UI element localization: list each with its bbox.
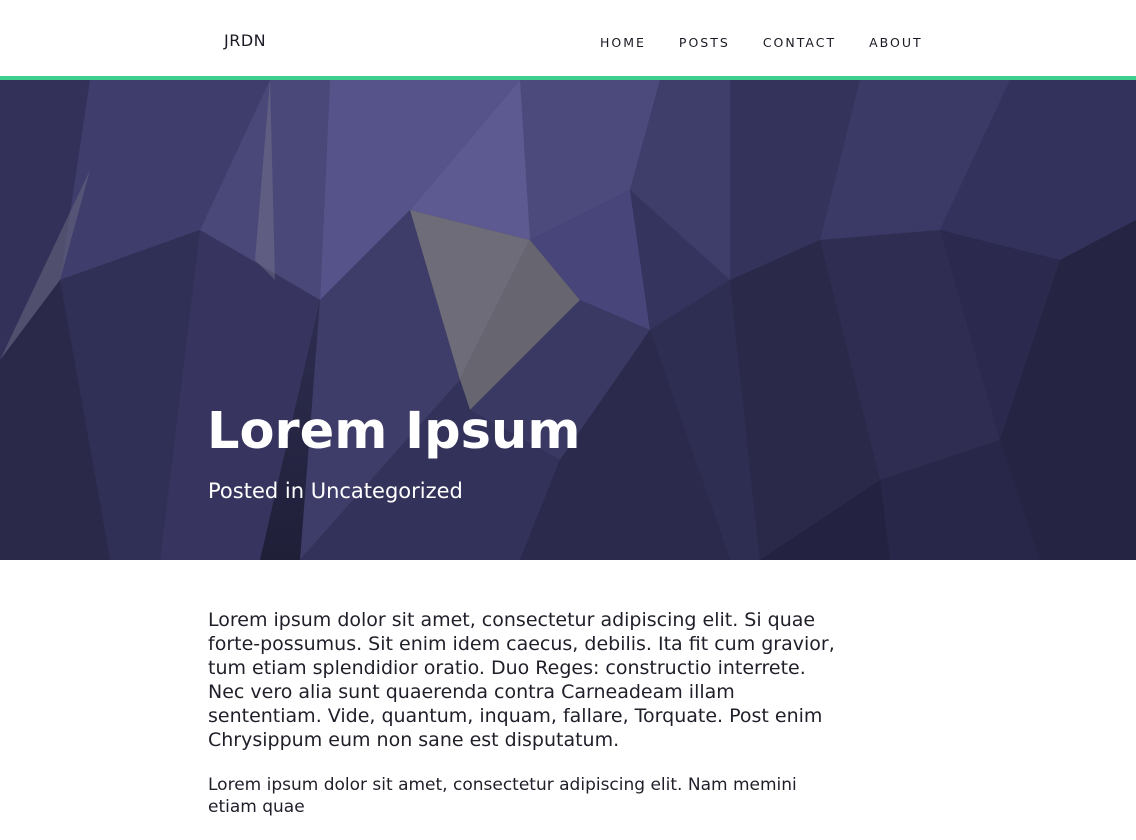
hero-banner: Lorem Ipsum Posted in Uncategorized <box>0 80 1136 560</box>
post-title: Lorem Ipsum <box>207 402 581 461</box>
main-nav: HOME POSTS CONTACT ABOUT <box>600 35 956 50</box>
nav-item-about[interactable]: ABOUT <box>869 35 923 50</box>
post-paragraph: Lorem ipsum dolor sit amet, consectetur … <box>208 609 835 751</box>
nav-item-home[interactable]: HOME <box>600 35 646 50</box>
hero-background-art <box>0 80 1136 560</box>
nav-item-posts[interactable]: POSTS <box>679 35 730 50</box>
nav-item-contact[interactable]: CONTACT <box>763 35 836 50</box>
site-logo[interactable]: JRDN <box>224 31 266 50</box>
post-meta: Posted in Uncategorized <box>208 479 463 503</box>
post-paragraph: Lorem ipsum dolor sit amet, consectetur … <box>208 775 797 817</box>
category-link[interactable]: Uncategorized <box>311 479 463 503</box>
post-content: Lorem ipsum dolor sit amet, consectetur … <box>208 608 848 840</box>
site-header: JRDN HOME POSTS CONTACT ABOUT <box>0 0 1136 76</box>
post-meta-prefix: Posted in <box>208 479 305 503</box>
